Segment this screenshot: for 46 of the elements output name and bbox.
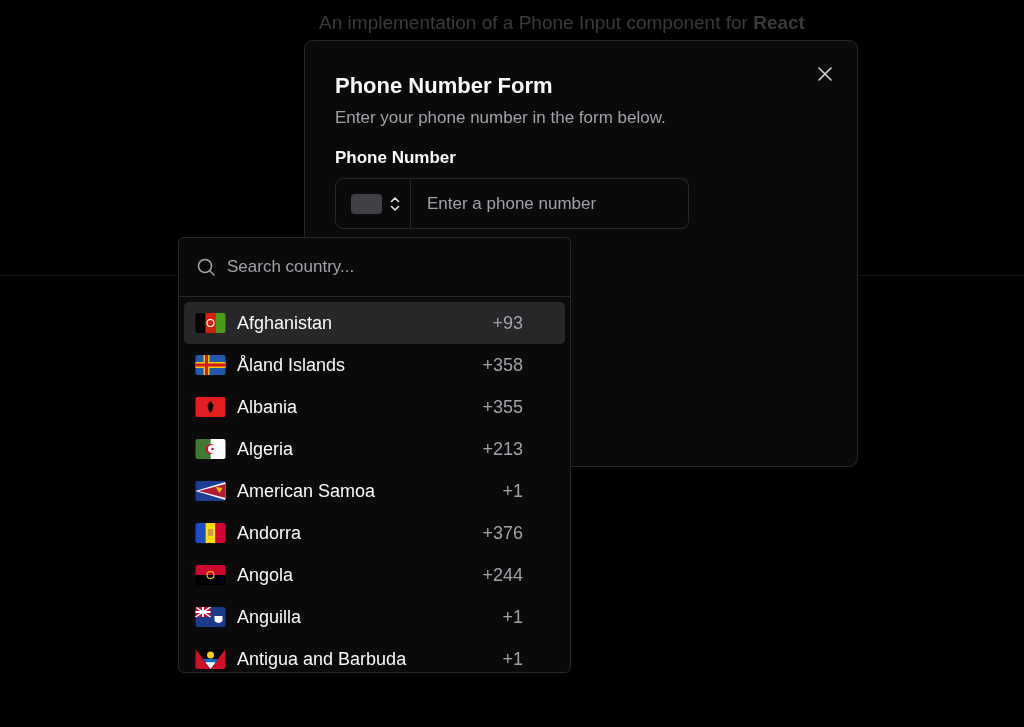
flag-icon [195,649,226,669]
dialog-title: Phone Number Form [335,73,554,99]
country-name: Angola [237,564,295,586]
country-name: Åland Islands [237,354,347,376]
country-name: Algeria [237,438,295,460]
dial-code: +355 [482,396,523,418]
country-option[interactable]: Andorra +376 [184,512,565,554]
flag-icon [195,607,226,627]
flag-icon [195,439,226,459]
country-name: American Samoa [237,480,377,502]
dial-code: +93 [492,312,523,334]
country-option[interactable]: Angola +244 [184,554,565,596]
country-name: Afghanistan [237,312,334,334]
tagline: An implementation of a Phone Input component for React [319,12,805,34]
country-name: Anguilla [237,606,303,628]
dial-code: +358 [482,354,523,376]
flag-icon [195,397,226,417]
flag-icon [195,523,226,543]
dial-code: +213 [482,438,523,460]
flag-icon [195,481,226,501]
flag-icon [195,355,226,375]
search-icon [196,257,216,277]
dial-code: +1 [502,480,523,502]
flag-placeholder-icon [351,193,382,214]
dial-code: +244 [482,564,523,586]
country-name: Antigua and Barbuda [237,648,408,670]
country-option[interactable]: Åland Islands +358 [184,344,565,386]
close-icon[interactable] [818,67,832,81]
country-name: Andorra [237,522,303,544]
dial-code: +1 [502,648,523,670]
country-option[interactable]: Antigua and Barbuda +1 [184,638,565,672]
field-label: Phone Number [335,148,457,168]
dial-code: +1 [502,606,523,628]
country-option[interactable]: Albania +355 [184,386,565,428]
country-option[interactable]: Afghanistan +93 [184,302,565,344]
country-name: Albania [237,396,299,418]
chevrons-icon [390,195,400,212]
flag-icon [195,313,226,333]
search-field[interactable]: Search country... [225,251,553,283]
phone-input[interactable]: Enter a phone number [411,178,689,229]
flag-icon [195,565,226,585]
country-option[interactable]: American Samoa +1 [184,470,565,512]
dialog-description: Enter your phone number in the form below. [335,108,667,128]
country-option[interactable]: Algeria +213 [184,428,565,470]
dial-code: +376 [482,522,523,544]
country-option[interactable]: Anguilla +1 [184,596,565,638]
